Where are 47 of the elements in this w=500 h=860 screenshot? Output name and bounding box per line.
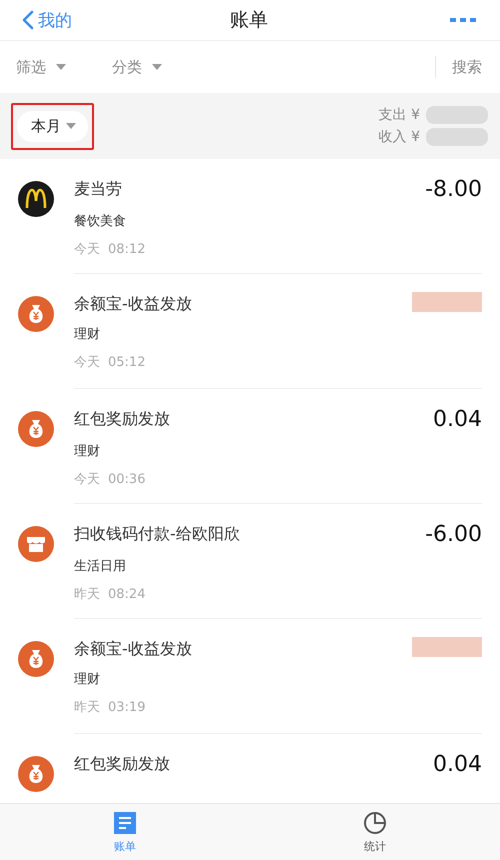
filter-dropdown[interactable]: 分类 <box>112 58 208 76</box>
money-bag-icon <box>18 296 54 332</box>
bill-time: 00:36 <box>108 472 146 487</box>
month-dropdown[interactable]: 本月 <box>17 110 88 142</box>
bill-time: 08:24 <box>108 587 146 602</box>
arches-logo-icon <box>18 181 54 217</box>
bill-day: 今天 <box>74 472 100 487</box>
search-button[interactable]: 搜索 <box>452 58 482 76</box>
bill-amount: 0.04 <box>433 407 482 432</box>
bill-title[interactable]: 扫收钱码付款-给欧阳欣 <box>74 522 240 545</box>
blurred-amount <box>412 637 482 657</box>
bill-day: 今天 <box>74 355 100 370</box>
bill-title[interactable]: 余额宝-收益发放 <box>74 637 192 660</box>
bill-amount: -8.00 <box>425 177 482 202</box>
page-title: 账单 <box>230 8 268 33</box>
blurred-amount <box>426 128 488 146</box>
bill-amount: -6.00 <box>425 522 482 547</box>
bill-category: 生活日用 <box>74 558 127 575</box>
bill-category: 理财 <box>74 443 101 460</box>
bill-title[interactable]: 余额宝-收益发放 <box>74 292 192 315</box>
pie-chart-icon <box>363 810 387 834</box>
income-label: 收入 ¥ <box>378 128 420 146</box>
bill-category: 餐饮美食 <box>74 213 127 230</box>
shop-icon <box>18 526 54 562</box>
bill-day: 今天 <box>74 242 100 257</box>
bill-amount: 0.04 <box>433 752 482 777</box>
money-bag-icon <box>18 756 54 792</box>
bill-category: 理财 <box>74 326 101 343</box>
blurred-amount <box>426 106 488 124</box>
bill-day: 昨天 <box>74 700 100 715</box>
tab[interactable]: 统计 <box>343 804 407 860</box>
money-bag-icon <box>18 411 54 447</box>
filter-dropdown[interactable]: 筛选 <box>16 58 112 76</box>
money-bag-icon <box>18 641 54 677</box>
bill-title[interactable]: 红包奖励发放 <box>74 752 170 775</box>
bill-category: 理财 <box>74 671 101 688</box>
bill-title[interactable]: 红包奖励发放 <box>74 407 170 430</box>
bill-time: 03:19 <box>108 700 146 715</box>
bill-time: 08:12 <box>108 242 146 257</box>
bill-day: 昨天 <box>74 587 100 602</box>
back-icon <box>22 10 34 30</box>
bill-time: 05:12 <box>108 355 146 370</box>
document-icon <box>113 810 137 834</box>
more-icon[interactable] <box>450 17 476 23</box>
bill-title[interactable]: 麦当劳 <box>74 177 122 200</box>
expense-label: 支出 ¥ <box>378 106 420 124</box>
blurred-amount <box>412 292 482 312</box>
